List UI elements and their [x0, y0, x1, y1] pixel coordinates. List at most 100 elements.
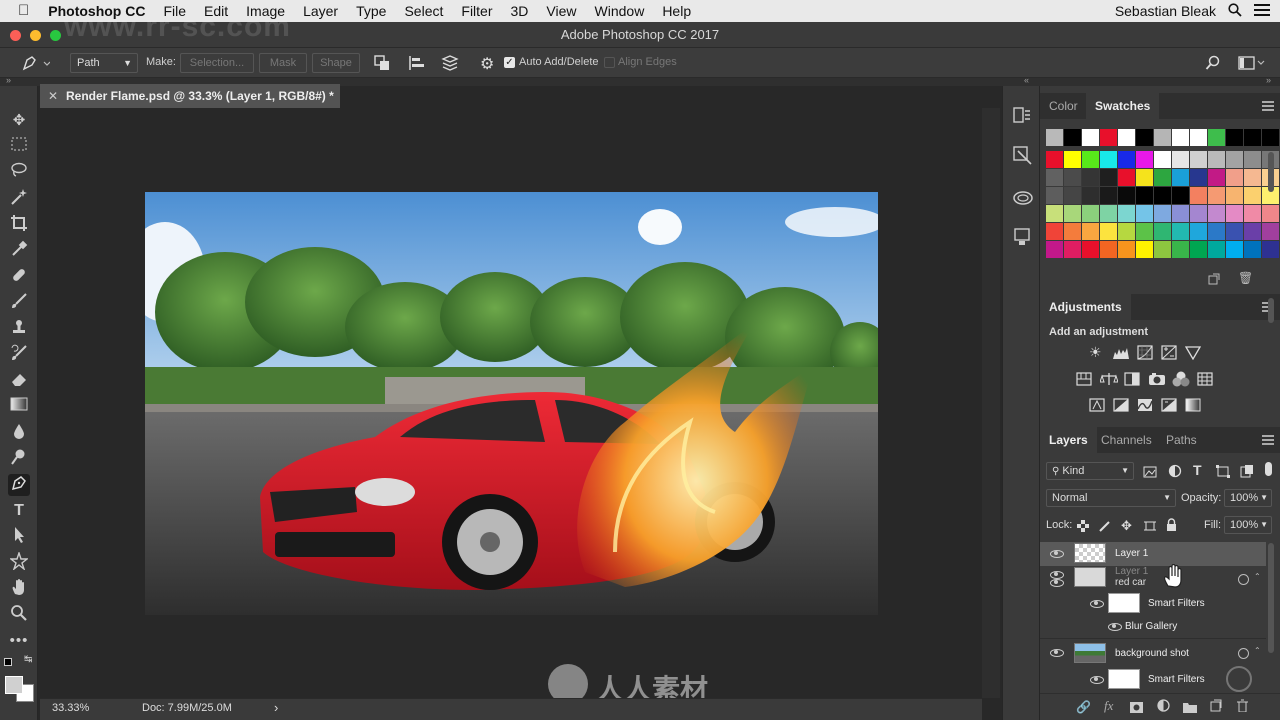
- color-swatch[interactable]: [1208, 151, 1225, 168]
- color-swatch[interactable]: [1100, 151, 1117, 168]
- menu-window[interactable]: Window: [586, 0, 654, 22]
- color-swatch[interactable]: [1082, 129, 1099, 146]
- layer-row-background-shot[interactable]: background shot ⌃: [1040, 638, 1266, 666]
- delete-layer-icon[interactable]: [1237, 699, 1248, 717]
- path-operations-icon[interactable]: [374, 55, 390, 74]
- color-swatch[interactable]: [1172, 151, 1189, 168]
- libraries-panel-icon[interactable]: [1012, 190, 1034, 211]
- opacity-input[interactable]: 100% ▼: [1224, 489, 1272, 507]
- color-swatch[interactable]: [1100, 223, 1117, 240]
- new-group-icon[interactable]: [1183, 700, 1197, 718]
- color-swatch[interactable]: [1226, 205, 1243, 222]
- color-swatch[interactable]: [1154, 169, 1171, 186]
- gradient-tool-icon[interactable]: [8, 396, 30, 418]
- color-swatch[interactable]: [1172, 241, 1189, 258]
- layers-scrollbar[interactable]: [1268, 543, 1274, 653]
- menu-filter[interactable]: Filter: [452, 0, 501, 22]
- color-swatch[interactable]: [1226, 129, 1243, 146]
- make-shape-button[interactable]: Shape: [312, 53, 360, 73]
- tab-paths[interactable]: Paths: [1157, 427, 1206, 453]
- default-colors-icon[interactable]: [4, 658, 12, 666]
- color-swatch[interactable]: [1100, 187, 1117, 204]
- color-swatch[interactable]: [1172, 129, 1189, 146]
- color-swatch[interactable]: [1154, 187, 1171, 204]
- lock-all-icon[interactable]: [1166, 518, 1177, 536]
- smart-filters-row[interactable]: Smart Filters: [1040, 590, 1266, 616]
- smart-filter-toggle-icon[interactable]: [1238, 648, 1249, 659]
- color-swatch[interactable]: [1190, 223, 1207, 240]
- color-swatch[interactable]: [1046, 169, 1063, 186]
- menu-3d[interactable]: 3D: [502, 0, 538, 22]
- color-swatch[interactable]: [1244, 241, 1261, 258]
- color-swatch[interactable]: [1226, 241, 1243, 258]
- levels-icon[interactable]: [1112, 346, 1130, 365]
- vibrance-icon[interactable]: [1184, 346, 1202, 365]
- tab-channels[interactable]: Channels: [1092, 427, 1161, 453]
- color-swatch[interactable]: [1064, 151, 1081, 168]
- path-arrangement-icon[interactable]: [440, 54, 460, 75]
- layer-row-red-car[interactable]: Layer 1 red car ⌃: [1040, 566, 1266, 590]
- make-mask-button[interactable]: Mask: [259, 53, 307, 73]
- color-swatch[interactable]: [1208, 187, 1225, 204]
- color-swatch[interactable]: [1154, 241, 1171, 258]
- color-swatch[interactable]: [1244, 129, 1261, 146]
- fill-input[interactable]: 100% ▼: [1224, 516, 1272, 534]
- color-swatch[interactable]: [1136, 151, 1153, 168]
- color-swatch[interactable]: [1172, 187, 1189, 204]
- brightness-contrast-icon[interactable]: ☀: [1089, 344, 1102, 361]
- device-preview-icon[interactable]: [1013, 228, 1031, 251]
- menu-select[interactable]: Select: [395, 0, 452, 22]
- visibility-eye-icon[interactable]: [1050, 579, 1064, 587]
- color-swatch[interactable]: [1262, 205, 1279, 222]
- close-document-icon[interactable]: ✕: [48, 84, 58, 108]
- color-swatch[interactable]: [1208, 205, 1225, 222]
- pen-tool-preset-icon[interactable]: [20, 54, 51, 75]
- threshold-icon[interactable]: [1137, 398, 1153, 417]
- color-swatch[interactable]: [1046, 205, 1063, 222]
- zoom-level[interactable]: 33.33%: [52, 702, 89, 714]
- filter-adjustment-layers-icon[interactable]: [1168, 464, 1182, 483]
- color-swatch[interactable]: [1046, 241, 1063, 258]
- blur-tool-icon[interactable]: [8, 422, 30, 444]
- color-swatch[interactable]: [1118, 205, 1135, 222]
- color-swatch[interactable]: [1226, 187, 1243, 204]
- color-swatch[interactable]: [1100, 169, 1117, 186]
- color-swatch[interactable]: [1136, 223, 1153, 240]
- color-swatch[interactable]: [1046, 223, 1063, 240]
- visibility-eye-icon[interactable]: [1090, 600, 1104, 608]
- visibility-eye-icon[interactable]: [1050, 571, 1064, 579]
- color-swatch[interactable]: [1190, 241, 1207, 258]
- swatches-scrollbar[interactable]: [1268, 152, 1274, 192]
- align-edges-checkbox[interactable]: [604, 57, 615, 68]
- crop-tool-icon[interactable]: [8, 214, 30, 236]
- color-swatch[interactable]: [1100, 241, 1117, 258]
- color-swatch[interactable]: [1046, 151, 1063, 168]
- lock-artboard-icon[interactable]: [1144, 519, 1156, 537]
- visibility-eye-icon[interactable]: [1050, 649, 1064, 657]
- color-swatch[interactable]: [1208, 169, 1225, 186]
- color-swatch[interactable]: [1172, 169, 1189, 186]
- filter-pixel-layers-icon[interactable]: [1143, 465, 1157, 483]
- blur-gallery-row[interactable]: Blur Gallery: [1040, 616, 1266, 638]
- link-layers-icon[interactable]: 🔗: [1076, 700, 1091, 714]
- chevron-up-icon[interactable]: ⌃: [1254, 646, 1261, 655]
- lock-transparent-pixels-icon[interactable]: [1077, 519, 1089, 537]
- selective-color-icon[interactable]: [1185, 398, 1201, 417]
- color-swatch[interactable]: [1190, 187, 1207, 204]
- path-mode-select[interactable]: Path ▼: [70, 53, 138, 73]
- history-brush-tool-icon[interactable]: [8, 344, 30, 366]
- color-swatch[interactable]: [1118, 223, 1135, 240]
- color-swatch[interactable]: [1082, 187, 1099, 204]
- apple-icon[interactable]: : [0, 0, 38, 22]
- properties-panel-icon[interactable]: [1013, 146, 1033, 171]
- color-swatch[interactable]: [1262, 241, 1279, 258]
- color-swatch[interactable]: [1244, 169, 1261, 186]
- color-swatch[interactable]: [1064, 241, 1081, 258]
- visibility-eye-icon[interactable]: [1050, 550, 1064, 558]
- layer-row-layer-1[interactable]: Layer 1: [1040, 542, 1266, 566]
- collapse-panels-icon[interactable]: «: [1024, 75, 1029, 85]
- color-swatch[interactable]: [1208, 129, 1225, 146]
- clone-stamp-tool-icon[interactable]: [8, 318, 30, 340]
- color-swatch[interactable]: [1244, 205, 1261, 222]
- invert-icon[interactable]: [1089, 398, 1105, 417]
